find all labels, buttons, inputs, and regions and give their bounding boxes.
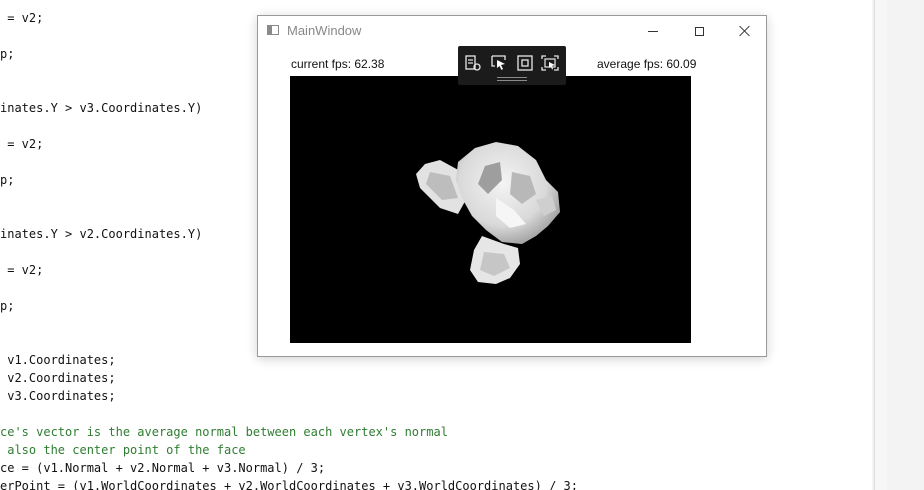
app-window-icon: [267, 25, 279, 35]
code-line: inates.Y > v3.Coordinates.Y): [0, 101, 203, 115]
code-line: = v2;: [0, 263, 44, 277]
display-layout-adorners-button[interactable]: [515, 53, 535, 73]
window-title: MainWindow: [287, 23, 362, 38]
live-visual-tree-icon: [465, 55, 481, 71]
code-line: v1.Coordinates;: [0, 353, 116, 367]
average-fps-label: average fps: 60.09: [597, 57, 697, 71]
display-layout-adorners-icon: [517, 55, 533, 71]
code-line: erPoint = (v1.WorldCoordinates + v2.Worl…: [0, 479, 578, 490]
code-line: p;: [0, 47, 15, 61]
minimize-button[interactable]: [630, 16, 676, 46]
editor-side-panel: [887, 0, 924, 490]
select-element-icon: [491, 55, 506, 70]
maximize-icon: [694, 26, 704, 36]
live-visual-tree-button[interactable]: [463, 53, 483, 73]
editor-scrollbar[interactable]: [874, 0, 887, 490]
code-line: inates.Y > v2.Coordinates.Y): [0, 227, 203, 241]
code-line: = v2;: [0, 11, 44, 25]
close-button[interactable]: [722, 16, 768, 46]
title-bar[interactable]: MainWindow: [258, 16, 766, 46]
code-comment-line: ce's vector is the average normal betwee…: [0, 425, 448, 439]
toolbar-drag-handle[interactable]: [497, 77, 527, 81]
minimize-icon: [648, 30, 658, 32]
debug-tools-toolbar[interactable]: [458, 46, 566, 85]
current-fps-label: current fps: 62.38: [291, 57, 385, 71]
track-focused-element-button[interactable]: [540, 53, 560, 73]
code-line: ce = (v1.Normal + v2.Normal + v3.Normal)…: [0, 461, 326, 475]
track-focused-element-icon: [541, 55, 559, 71]
code-line: p;: [0, 173, 15, 187]
code-line: v3.Coordinates;: [0, 389, 116, 403]
maximize-button[interactable]: [676, 16, 722, 46]
select-element-button[interactable]: [489, 53, 509, 73]
code-line: = v2;: [0, 137, 44, 151]
render-viewport: [290, 76, 691, 343]
rendered-monkey-head-mesh: [416, 142, 560, 284]
code-line: v2.Coordinates;: [0, 371, 116, 385]
code-line: p;: [0, 299, 15, 313]
close-icon: [739, 25, 751, 37]
code-comment-line: also the center point of the face: [0, 443, 246, 457]
